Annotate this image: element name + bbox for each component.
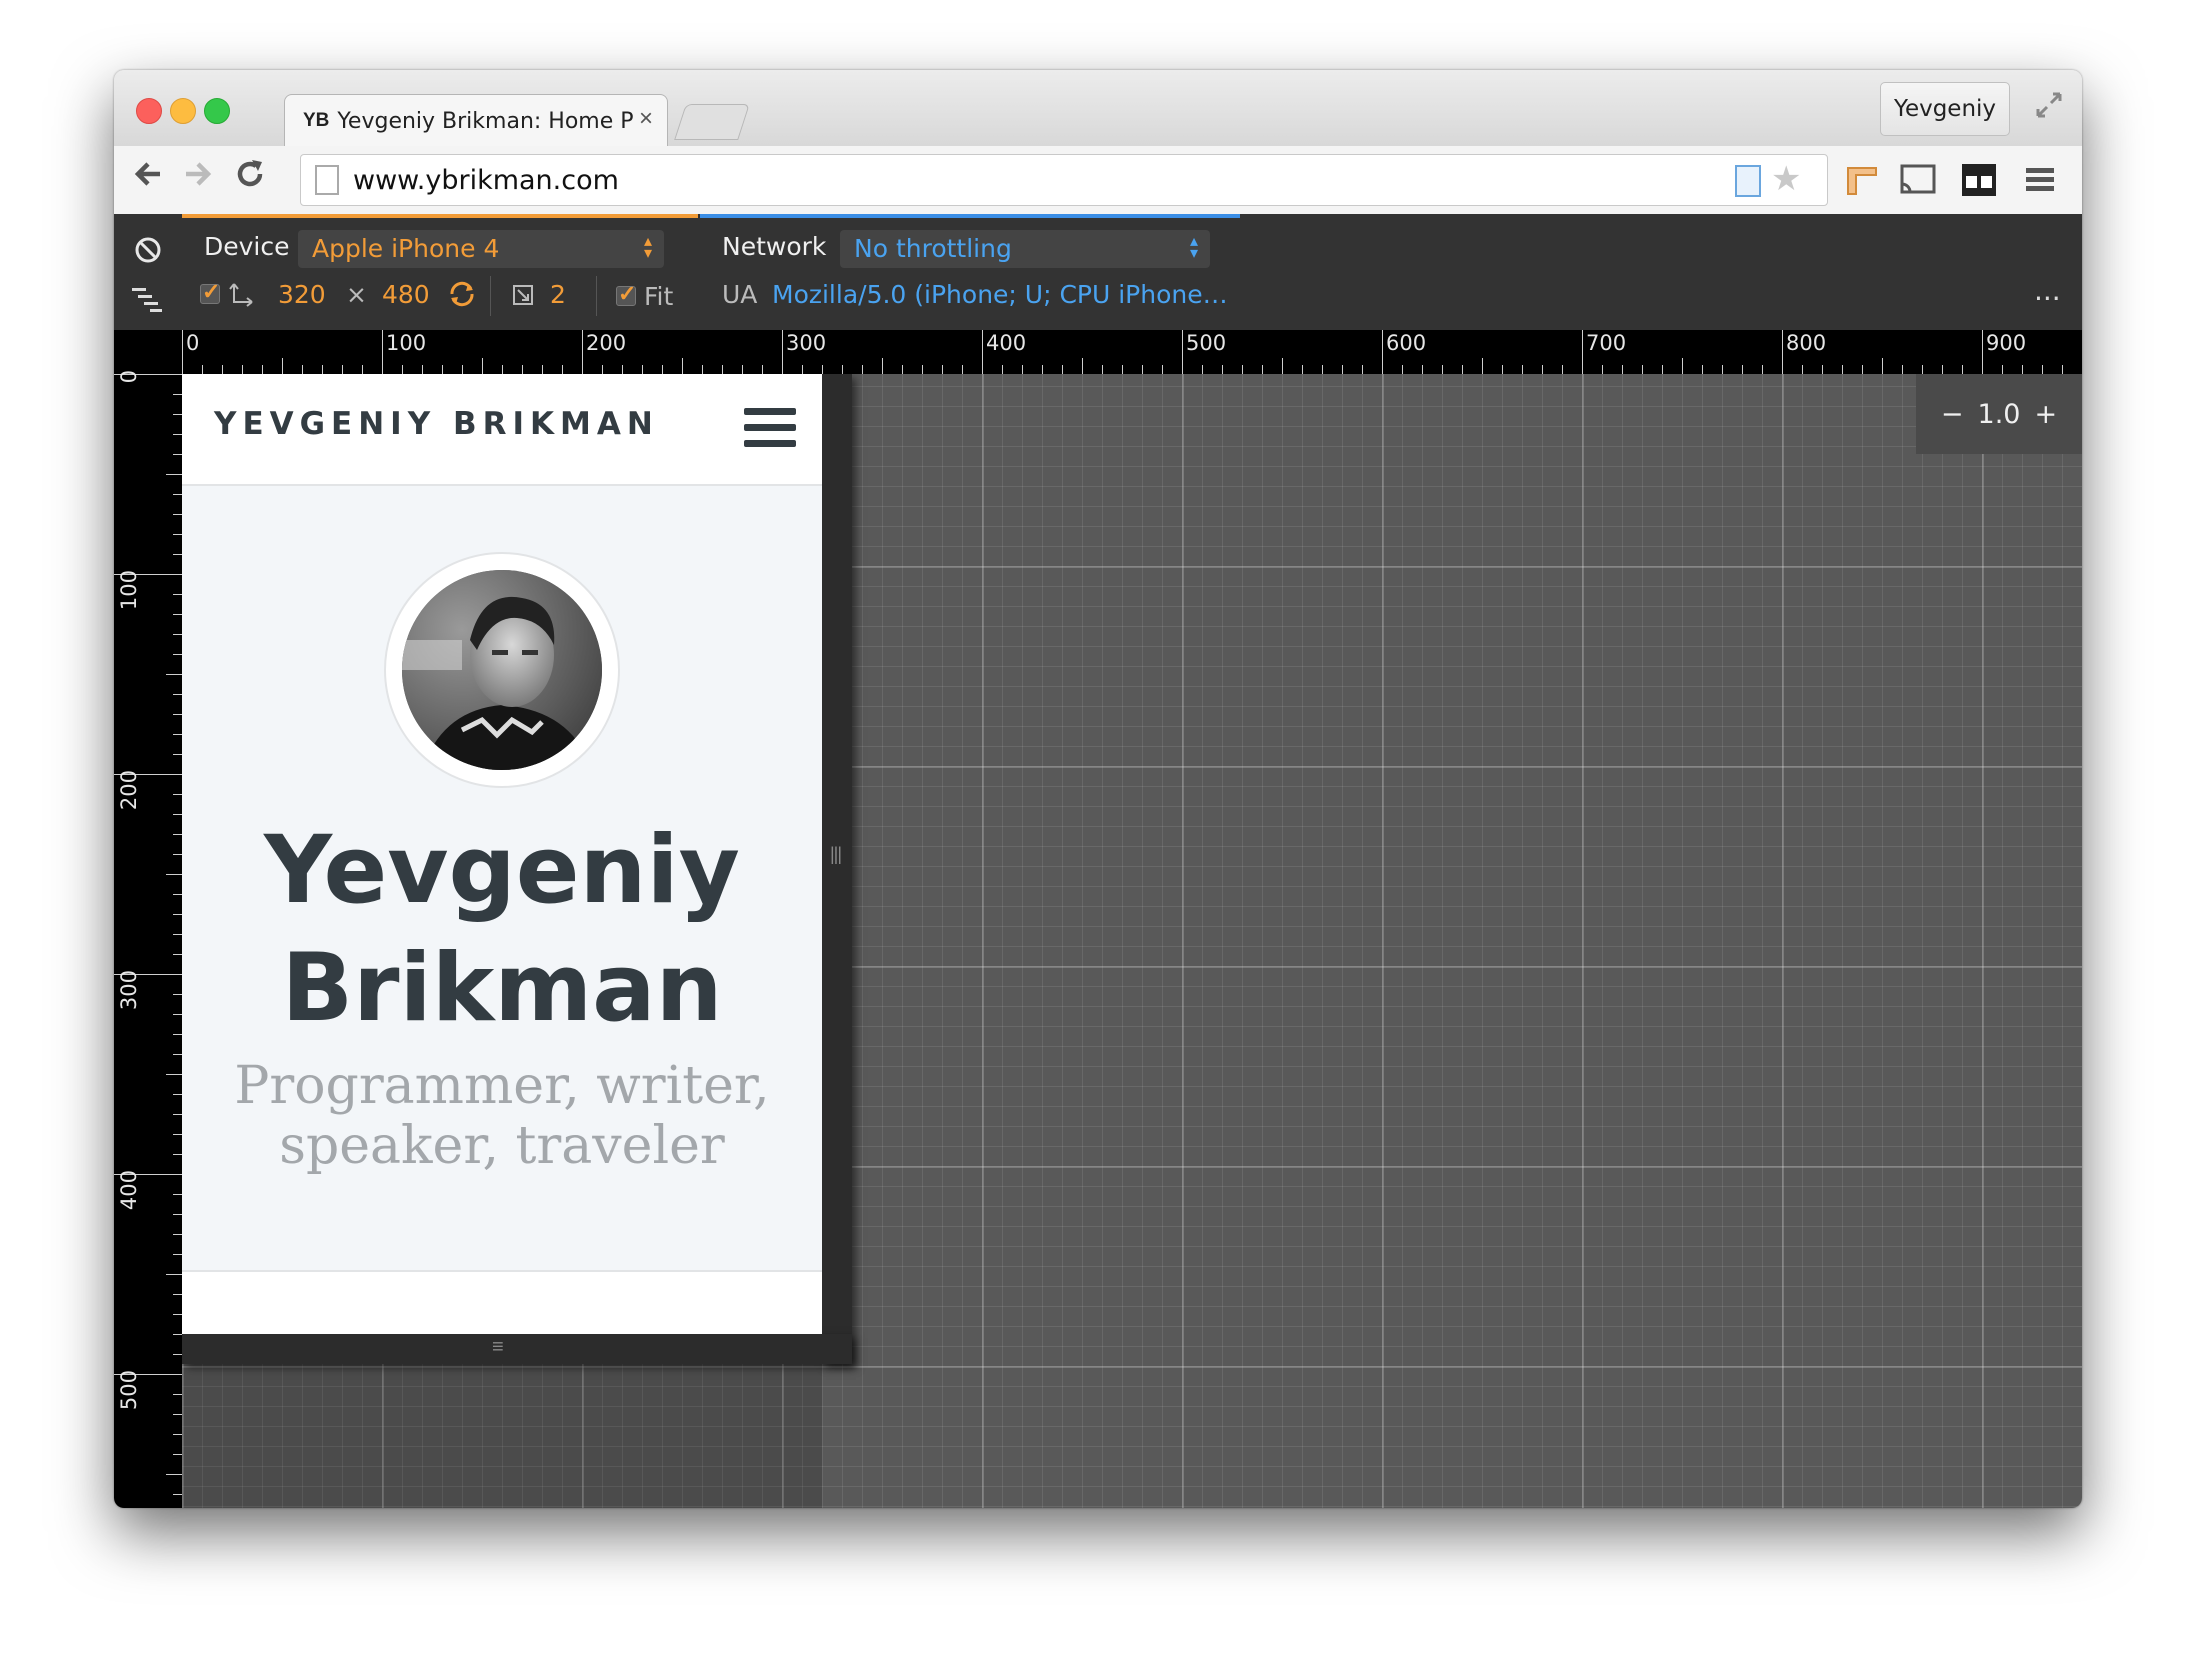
site-logo[interactable]: YEVGENIY BRIKMAN xyxy=(214,406,659,442)
ua-field[interactable]: Mozilla/5.0 (iPhone; U; CPU iPhone… xyxy=(772,280,1228,309)
address-bar[interactable]: www.ybrikman.com ★ xyxy=(300,154,1828,206)
ruler-label: 100 xyxy=(386,331,426,355)
hero-tagline: Programmer, writer, speaker, traveler xyxy=(182,1056,822,1176)
ruler-label: 300 xyxy=(117,970,141,1010)
ruler-label: 500 xyxy=(1186,331,1226,355)
hero-name: Yevgeniy Brikman xyxy=(182,812,822,1048)
times-sign: × xyxy=(346,280,367,309)
ruler-label: 500 xyxy=(117,1370,141,1410)
rotate-icon[interactable] xyxy=(446,278,478,310)
ruler-label: 300 xyxy=(786,331,826,355)
width-field[interactable]: 320 xyxy=(278,280,326,309)
device-mode-bar: Device Apple iPhone 4 ▴▾ 320 × 480 2 Fit… xyxy=(114,214,2082,330)
back-arrow-icon xyxy=(134,162,160,186)
title-bar: YB Yevgeniy Brikman: Home P × Yevgeniy xyxy=(114,70,2082,147)
bookmark-star-icon[interactable]: ★ xyxy=(1771,159,1801,199)
site-header: YEVGENIY BRIKMAN xyxy=(182,374,822,486)
fit-label: Fit xyxy=(644,282,674,311)
ruler-label: 400 xyxy=(117,1170,141,1210)
browser-toolbar: www.ybrikman.com ★ xyxy=(114,146,2082,215)
hero-section: Yevgeniy Brikman Programmer, writer, spe… xyxy=(182,486,822,1272)
device-select[interactable]: Apple iPhone 4 ▴ ▾ xyxy=(298,230,664,268)
avatar xyxy=(402,570,602,770)
back-button[interactable] xyxy=(130,156,166,201)
select-arrows-icon: ▴ ▾ xyxy=(643,233,652,262)
zoom-out-button[interactable]: − xyxy=(1941,399,1964,430)
resize-arrow-icon xyxy=(229,283,253,307)
disable-device-mode-icon[interactable] xyxy=(134,236,162,264)
avatar-photo xyxy=(402,570,602,770)
cast-icon[interactable] xyxy=(1898,162,1938,203)
device-pixel-ratio-icon xyxy=(513,285,533,305)
ruler-vertical: 0 100 200 300 400 500 xyxy=(114,330,182,1508)
zoom-value: 1.0 xyxy=(1977,398,2021,430)
reload-button[interactable] xyxy=(232,156,268,201)
forward-button[interactable] xyxy=(180,156,216,201)
browser-window: YB Yevgeniy Brikman: Home P × Yevgeniy w… xyxy=(114,70,2082,1508)
ruler-label: 200 xyxy=(117,770,141,810)
media-queries-icon[interactable] xyxy=(130,286,164,316)
ruler-label: 800 xyxy=(1786,331,1826,355)
ruler-label: 900 xyxy=(1986,331,2026,355)
new-tab-button[interactable] xyxy=(674,104,750,140)
zoom-control: − 1.0 + xyxy=(1916,374,2082,454)
tab-title: Yevgeniy Brikman: Home P xyxy=(337,108,634,134)
device-select-value: Apple iPhone 4 xyxy=(312,234,500,263)
height-resize-handle[interactable]: ≡ xyxy=(492,1336,504,1359)
ruler-label: 400 xyxy=(986,331,1026,355)
ruler-label: 100 xyxy=(117,570,141,610)
hero-name-line2: Brikman xyxy=(281,934,723,1043)
ruler-label: 700 xyxy=(1586,331,1626,355)
network-select-value: No throttling xyxy=(854,234,1012,263)
device-label: Device xyxy=(204,232,290,261)
network-label: Network xyxy=(722,232,827,261)
select-arrows-icon: ▴ ▾ xyxy=(1189,233,1198,262)
forward-arrow-icon xyxy=(186,162,212,186)
emulation-canvas: ||| ≡ YEVGENIY BRIKMAN Yevgeniy Brikman … xyxy=(182,374,2082,1508)
minimize-window-button[interactable] xyxy=(170,98,196,124)
network-select[interactable]: No throttling ▴ ▾ xyxy=(840,230,1210,268)
menu-icon[interactable] xyxy=(2024,162,2056,203)
page-icon xyxy=(315,165,339,195)
fit-checkbox[interactable] xyxy=(616,281,636,307)
zoom-in-button[interactable]: + xyxy=(2034,399,2057,430)
hero-name-line1: Yevgeniy xyxy=(264,816,740,925)
height-field[interactable]: 480 xyxy=(382,280,430,309)
network-section: Network No throttling ▴ ▾ UA Mozilla/5.0 … xyxy=(700,214,1240,330)
url-text[interactable]: www.ybrikman.com xyxy=(353,165,619,196)
device-frame-right: ||| xyxy=(822,374,852,1364)
extension-glasses-icon[interactable] xyxy=(1960,162,1998,203)
hamburger-menu-icon[interactable] xyxy=(744,408,796,448)
hero-tagline-line2: speaker, traveler xyxy=(279,1116,725,1176)
more-options-button[interactable]: ... xyxy=(2034,274,2061,307)
document-icon[interactable] xyxy=(1735,165,1761,197)
maximize-window-button[interactable] xyxy=(204,98,230,124)
pixel-ratio-field[interactable]: 2 xyxy=(550,280,566,309)
width-resize-handle[interactable]: ||| xyxy=(830,844,842,865)
extension-ruler-icon[interactable] xyxy=(1844,162,1880,203)
hero-tagline-line1: Programmer, writer, xyxy=(234,1056,770,1116)
ruler-label: 200 xyxy=(586,331,626,355)
profile-button[interactable]: Yevgeniy xyxy=(1880,82,2010,136)
fullscreen-icon[interactable] xyxy=(2034,90,2064,127)
tab-favicon: YB xyxy=(303,110,330,131)
ua-label: UA xyxy=(722,280,758,309)
ruler-label: 600 xyxy=(1386,331,1426,355)
device-viewport: YEVGENIY BRIKMAN Yevgeniy Brikman Progra… xyxy=(182,374,822,1334)
ruler-label: 0 xyxy=(186,331,199,355)
device-section: Device Apple iPhone 4 ▴▾ 320 × 480 2 Fit xyxy=(182,214,698,330)
devbar-left-controls xyxy=(114,214,182,330)
tab-close-icon[interactable]: × xyxy=(639,105,653,133)
device-frame-bottom: ≡ xyxy=(182,1334,852,1364)
avatar-frame xyxy=(384,552,620,788)
close-window-button[interactable] xyxy=(136,98,162,124)
resolution-checkbox[interactable] xyxy=(200,279,220,305)
tab-home[interactable]: YB Yevgeniy Brikman: Home P × xyxy=(284,94,668,147)
reload-icon xyxy=(237,160,263,187)
ruler-horizontal: 0 100 200 300 400 500 600 700 800 900 xyxy=(182,330,2082,374)
ruler-label: 0 xyxy=(117,370,141,383)
